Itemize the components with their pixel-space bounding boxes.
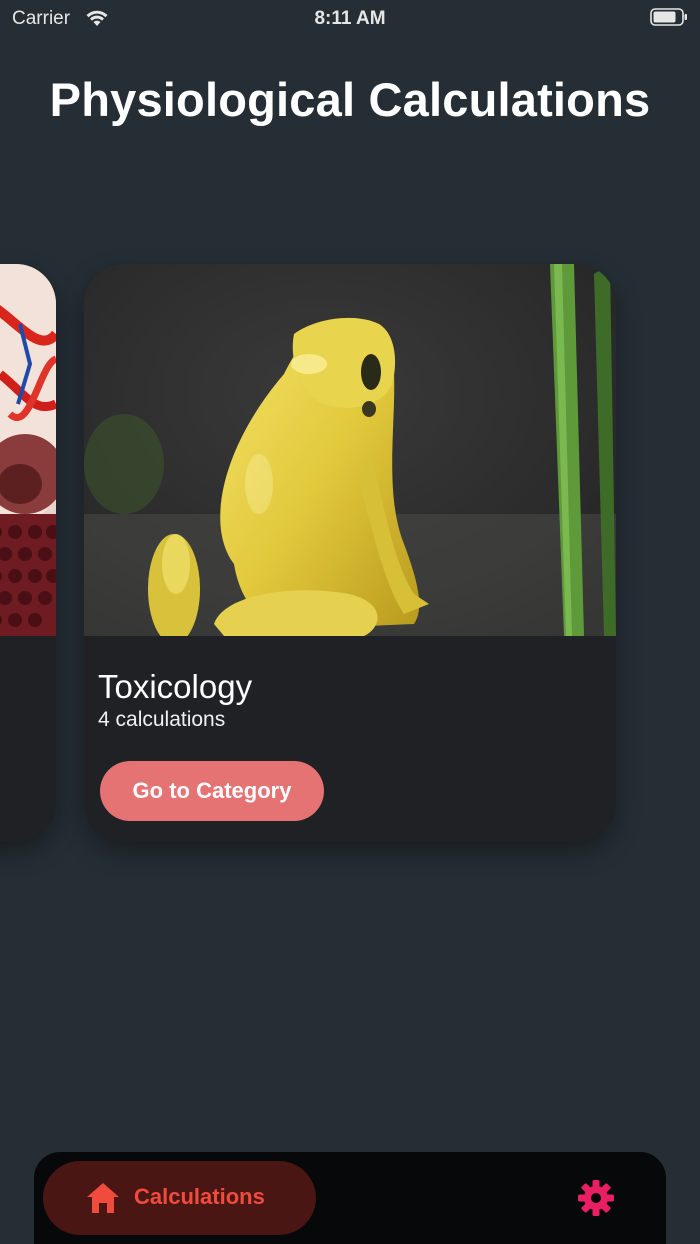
home-icon [87,1183,119,1213]
nav-item-label: Calculations [134,1184,265,1209]
app-screen: Carrier 8:11 AM Physiological Calculatio… [0,0,700,1244]
go-to-category-button[interactable]: Go to Category [100,761,324,821]
card-subtitle: 4 calculations [98,708,226,731]
page-title: Physiological Calculations [49,73,651,126]
battery-icon [650,8,687,26]
category-card-previous[interactable] [0,264,56,842]
card-title: Toxicology [98,668,253,705]
yellow-poison-frog-image [84,264,616,636]
status-time: 8:11 AM [314,8,386,29]
bottom-nav: Calculations [34,1152,666,1244]
status-bar: Carrier 8:11 AM [0,0,700,36]
card-body: Toxicology 4 calculations Go to Category [84,636,616,842]
category-card-toxicology[interactable]: Toxicology 4 calculations Go to Category [84,264,616,842]
anatomy-heart-model-image [0,264,56,636]
nav-item-calculations[interactable]: Calculations [43,1161,316,1235]
card-body [0,636,56,842]
nav-item-settings[interactable] [577,1179,615,1217]
gear-icon [578,1180,614,1216]
